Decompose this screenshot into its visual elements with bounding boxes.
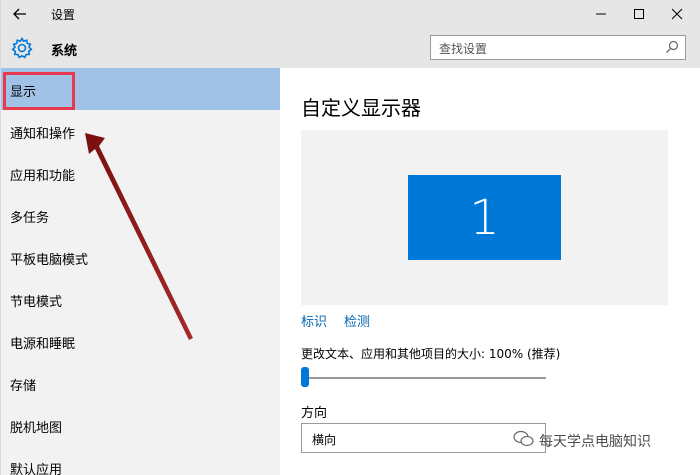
- title-bar: 设置: [1, 0, 700, 28]
- wechat-icon: [513, 430, 534, 447]
- minimize-icon: [596, 13, 606, 15]
- scale-slider-thumb[interactable]: [301, 367, 309, 387]
- sidebar-item-storage[interactable]: 存储: [1, 362, 280, 404]
- section-title: 系统: [51, 44, 78, 59]
- display-arrangement: 1: [301, 130, 668, 305]
- monitor-number: 1: [469, 189, 500, 246]
- back-arrow-icon: [13, 8, 26, 20]
- sidebar-item-battery-saver[interactable]: 节电模式: [1, 278, 280, 320]
- sidebar-item-multitasking[interactable]: 多任务: [1, 194, 280, 236]
- sidebar-item-default-apps[interactable]: 默认应用: [1, 446, 280, 475]
- back-button[interactable]: [9, 3, 31, 25]
- scale-label: 更改文本、应用和其他项目的大小: 100% (推荐): [301, 347, 561, 361]
- sidebar-item-tablet-mode[interactable]: 平板电脑模式: [1, 236, 280, 278]
- sidebar-item-label: 平板电脑模式: [10, 253, 89, 268]
- sidebar-item-offline-maps[interactable]: 脱机地图: [1, 404, 280, 446]
- sidebar-item-label: 电源和睡眠: [10, 337, 76, 352]
- watermark-text: 每天学点电脑知识: [539, 434, 651, 450]
- identify-link[interactable]: 标识: [301, 311, 327, 330]
- sidebar-item-label: 节电模式: [10, 295, 63, 310]
- sidebar-item-apps-features[interactable]: 应用和功能: [1, 152, 280, 194]
- highlight-box: [3, 72, 75, 110]
- search-placeholder: 查找设置: [439, 42, 488, 56]
- orientation-label: 方向: [301, 406, 328, 421]
- scale-slider-track[interactable]: [301, 377, 546, 379]
- search-input[interactable]: 查找设置: [430, 35, 686, 60]
- close-button[interactable]: [655, 0, 699, 28]
- orientation-value: 横向: [312, 433, 337, 447]
- close-icon: [671, 8, 683, 20]
- sidebar-item-label: 存储: [10, 379, 37, 394]
- sidebar-item-label: 脱机地图: [10, 421, 63, 436]
- sidebar-item-notifications[interactable]: 通知和操作: [1, 110, 280, 152]
- monitor-tile[interactable]: 1: [408, 175, 561, 260]
- page-title: 自定义显示器: [301, 96, 421, 120]
- sidebar-item-label: 应用和功能: [10, 169, 76, 184]
- window-title: 设置: [51, 8, 76, 22]
- maximize-icon: [634, 9, 644, 19]
- search-icon[interactable]: [665, 40, 679, 54]
- gear-icon: [10, 36, 34, 60]
- sidebar-item-power-sleep[interactable]: 电源和睡眠: [1, 320, 280, 362]
- settings-header: 系统 查找设置: [1, 28, 700, 68]
- settings-window: 设置 系统 查找设置 显示 通知和操作 应用和功能 多任务 平板电脑模式 节电模…: [0, 0, 700, 475]
- detect-link[interactable]: 检测: [344, 311, 370, 330]
- sidebar: 显示 通知和操作 应用和功能 多任务 平板电脑模式 节电模式 电源和睡眠 存储 …: [1, 68, 280, 475]
- sidebar-item-label: 通知和操作: [10, 127, 76, 142]
- sidebar-item-label: 多任务: [10, 211, 50, 226]
- main-content: 自定义显示器 1 标识 检测 更改文本、应用和其他项目的大小: 100% (推荐…: [280, 68, 700, 475]
- watermark: 每天学点电脑知识: [513, 426, 693, 456]
- sidebar-item-label: 默认应用: [10, 463, 63, 475]
- orientation-dropdown[interactable]: 横向: [301, 423, 546, 453]
